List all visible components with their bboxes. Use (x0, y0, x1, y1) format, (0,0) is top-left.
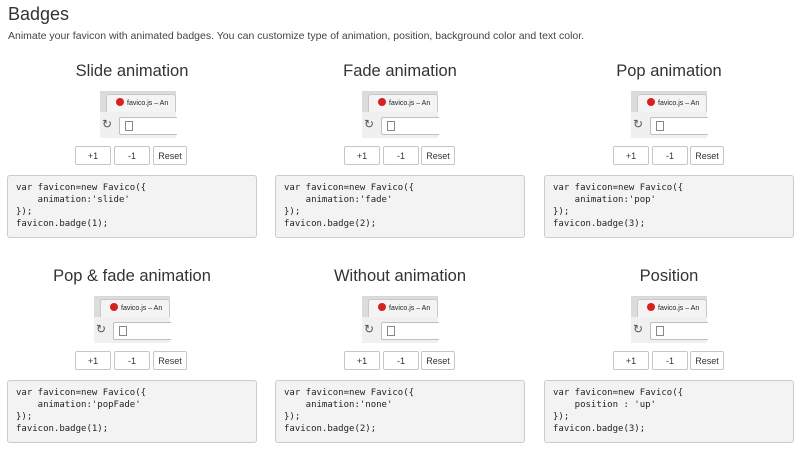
tab-bar: favico.js – An (362, 92, 438, 113)
page-icon (656, 121, 664, 131)
button-row: +1 -1 Reset (544, 351, 794, 371)
browser-toolbar: ↻ (362, 317, 439, 343)
browser-tab: favico.js – An (637, 94, 707, 113)
browser-toolbar: ↻ (631, 317, 708, 343)
code-block: var favicon=new Favico({ animation:'pop'… (544, 175, 794, 238)
button-row: +1 -1 Reset (275, 351, 525, 371)
demo-title: Slide animation (75, 62, 189, 80)
address-bar (113, 322, 171, 340)
button-row: +1 -1 Reset (7, 351, 257, 371)
browser-toolbar: ↻ (362, 112, 439, 138)
browser-tab: favico.js – An (368, 94, 438, 113)
browser-preview: favico.js – An ↻ (631, 296, 708, 343)
browser-preview: favico.js – An ↻ (94, 296, 171, 343)
browser-preview: favico.js – An ↻ (362, 296, 439, 343)
favicon-icon (647, 303, 655, 312)
code-block: var favicon=new Favico({ animation:'none… (275, 380, 525, 443)
tab-bar: favico.js – An (100, 92, 176, 113)
tab-bar: favico.js – An (631, 92, 707, 113)
button-row: +1 -1 Reset (7, 146, 257, 166)
browser-tab: favico.js – An (106, 94, 176, 113)
plus-one-button[interactable]: +1 (75, 351, 111, 370)
reload-icon: ↻ (364, 117, 375, 131)
button-row: +1 -1 Reset (544, 146, 794, 166)
demo-title: Pop animation (616, 62, 722, 80)
reset-button[interactable]: Reset (690, 351, 724, 370)
favicon-icon (378, 303, 386, 312)
browser-toolbar: ↻ (94, 317, 171, 343)
tab-bar: favico.js – An (362, 297, 438, 318)
minus-one-button[interactable]: -1 (383, 146, 419, 165)
reload-icon: ↻ (364, 322, 375, 336)
page-icon (387, 326, 395, 336)
browser-tab-title: favico.js – An (389, 100, 431, 107)
tab-bar: favico.js – An (631, 297, 707, 318)
minus-one-button[interactable]: -1 (652, 351, 688, 370)
reset-button[interactable]: Reset (153, 146, 187, 165)
browser-preview: favico.js – An ↻ (362, 91, 439, 138)
favicon-icon (647, 98, 655, 107)
button-row: +1 -1 Reset (275, 146, 525, 166)
page-title: Badges (8, 4, 70, 24)
plus-one-button[interactable]: +1 (75, 146, 111, 165)
browser-toolbar: ↻ (100, 112, 177, 138)
browser-preview: favico.js – An ↻ (631, 91, 708, 138)
browser-toolbar: ↻ (631, 112, 708, 138)
address-bar (650, 117, 708, 135)
plus-one-button[interactable]: +1 (613, 351, 649, 370)
browser-tab: favico.js – An (637, 299, 707, 318)
plus-one-button[interactable]: +1 (344, 351, 380, 370)
code-block: var favicon=new Favico({ animation:'fade… (275, 175, 525, 238)
demo-title: Pop & fade animation (53, 267, 211, 285)
reset-button[interactable]: Reset (690, 146, 724, 165)
browser-tab-title: favico.js – An (658, 100, 700, 107)
plus-one-button[interactable]: +1 (344, 146, 380, 165)
code-block: var favicon=new Favico({ animation:'popF… (7, 380, 257, 443)
code-block: var favicon=new Favico({ position : 'up'… (544, 380, 794, 443)
code-block: var favicon=new Favico({ animation:'slid… (7, 175, 257, 238)
page-icon (387, 121, 395, 131)
browser-tab-title: favico.js – An (121, 305, 163, 312)
page-description: Animate your favicon with animated badge… (8, 30, 585, 42)
minus-one-button[interactable]: -1 (383, 351, 419, 370)
favicon-icon (378, 98, 386, 107)
minus-one-button[interactable]: -1 (114, 351, 150, 370)
favicon-icon (116, 98, 124, 107)
reset-button[interactable]: Reset (421, 351, 455, 370)
browser-tab-title: favico.js – An (127, 100, 169, 107)
reload-icon: ↻ (633, 322, 644, 336)
address-bar (650, 322, 708, 340)
browser-tab-title: favico.js – An (389, 305, 431, 312)
reload-icon: ↻ (102, 117, 113, 131)
reset-button[interactable]: Reset (421, 146, 455, 165)
favicon-icon (110, 303, 118, 312)
address-bar (381, 322, 439, 340)
demo-title: Without animation (333, 267, 467, 285)
address-bar (119, 117, 177, 135)
browser-preview: favico.js – An ↻ (100, 91, 177, 138)
page-icon (125, 121, 133, 131)
page-icon (119, 326, 127, 336)
reload-icon: ↻ (96, 322, 107, 336)
browser-tab-title: favico.js – An (658, 305, 700, 312)
tab-bar: favico.js – An (94, 297, 170, 318)
minus-one-button[interactable]: -1 (652, 146, 688, 165)
demo-title: Position (639, 267, 699, 285)
reset-button[interactable]: Reset (153, 351, 187, 370)
browser-tab: favico.js – An (368, 299, 438, 318)
browser-tab: favico.js – An (100, 299, 170, 318)
minus-one-button[interactable]: -1 (114, 146, 150, 165)
demo-title: Fade animation (343, 62, 457, 80)
reload-icon: ↻ (633, 117, 644, 131)
page-icon (656, 326, 664, 336)
plus-one-button[interactable]: +1 (613, 146, 649, 165)
address-bar (381, 117, 439, 135)
